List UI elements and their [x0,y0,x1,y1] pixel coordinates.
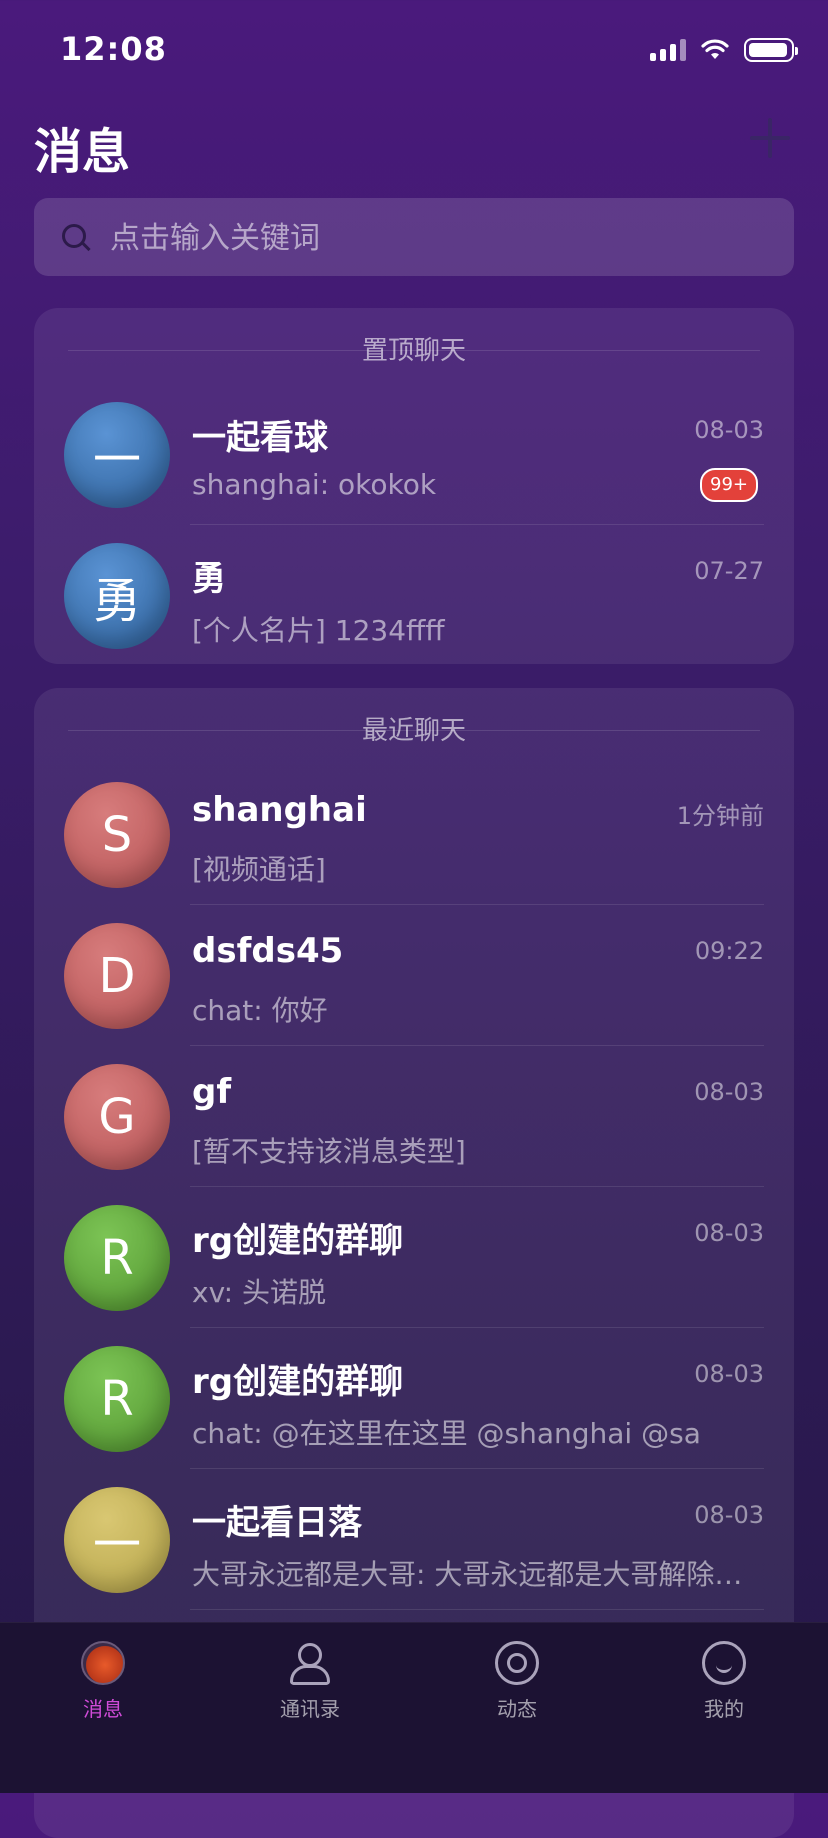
chat-time: 07-27 [694,557,764,585]
tab-profile[interactable]: 我的 [664,1641,784,1722]
moments-icon [495,1641,539,1685]
unread-badge: 99+ [700,468,758,502]
contacts-icon [288,1641,332,1685]
avatar: R [64,1205,170,1311]
plus-icon[interactable] [750,118,790,158]
chat-name: dsfds45 [192,931,344,971]
chat-row[interactable]: 勇 勇 07-27 [个人名片] 1234ffff [34,525,794,664]
chat-name: rg创建的群聊 [192,1221,404,1261]
chat-row[interactable]: 一 一起看日落 08-03 大哥永远都是大哥: 大哥永远都是大哥解除… [34,1469,794,1610]
chat-name: rg创建的群聊 [192,1362,404,1402]
chat-row[interactable]: R rg创建的群聊 08-03 chat: @在这里在这里 @shanghai … [34,1328,794,1469]
wifi-icon [701,39,729,59]
chat-time: 1分钟前 [676,802,764,830]
status-time: 12:08 [60,30,167,68]
chat-row[interactable]: G gf 08-03 [暂不支持该消息类型] [34,1046,794,1187]
chat-row[interactable]: S shanghai 1分钟前 [视频通话] [34,764,794,905]
avatar: S [64,782,170,888]
tab-label: 动态 [497,1697,537,1721]
avatar: 勇 [64,543,170,649]
page-title: 消息 [34,124,131,180]
profile-icon [702,1641,746,1685]
chat-name: gf [192,1072,232,1112]
chat-time: 08-03 [694,1360,764,1388]
chat-name: 勇 [192,559,226,599]
chat-preview: chat: 你好 [192,994,328,1027]
chat-preview: chat: @在这里在这里 @shanghai @sa [192,1417,701,1450]
chat-row[interactable]: 一 一起看球 08-03 shanghai: okokok 99+ [34,384,794,525]
tab-label: 消息 [83,1697,123,1721]
chat-row[interactable]: D dsfds45 09:22 chat: 你好 [34,905,794,1046]
chat-time: 08-03 [694,1078,764,1106]
battery-icon [744,38,798,62]
search-icon [62,224,86,248]
chat-preview: xv: 头诺脱 [192,1276,326,1309]
search-input[interactable] [108,198,762,278]
chat-row[interactable]: R rg创建的群聊 08-03 xv: 头诺脱 [34,1187,794,1328]
chat-preview: 大哥永远都是大哥: 大哥永远都是大哥解除… [192,1558,743,1591]
status-bar: 12:08 [0,0,828,100]
chat-time: 08-03 [694,1501,764,1529]
chat-name: shanghai [192,790,367,830]
avatar: 一 [64,1487,170,1593]
pinned-section-title: 置顶聊天 [361,336,467,366]
avatar: 一 [64,402,170,508]
chat-preview: [个人名片] 1234ffff [192,614,445,647]
recent-section-header: 最近聊天 [34,688,794,764]
tab-label: 通讯录 [280,1697,340,1721]
status-icons [650,38,798,62]
message-icon [81,1641,125,1685]
pinned-section-header: 置顶聊天 [34,308,794,384]
signal-icon [650,39,686,61]
avatar: D [64,923,170,1029]
tab-label: 我的 [704,1697,744,1721]
chat-name: 一起看球 [192,418,328,458]
search-bar[interactable] [34,198,794,278]
recent-section-title: 最近聊天 [361,716,467,746]
chat-preview: [视频通话] [192,853,326,886]
tab-contacts[interactable]: 通讯录 [250,1641,370,1722]
chat-name: 一起看日落 [192,1503,362,1543]
pinned-chats-card: 置顶聊天 一 一起看球 08-03 shanghai: okokok 99+ 勇… [34,308,794,664]
tab-moments[interactable]: 动态 [457,1641,577,1722]
avatar: R [64,1346,170,1452]
tab-bar: 消息 通讯录 动态 我的 [0,1622,828,1793]
chat-time: 09:22 [694,937,764,965]
chat-time: 08-03 [694,416,764,444]
chat-preview: shanghai: okokok [192,468,437,501]
chat-preview: [暂不支持该消息类型] [192,1135,466,1168]
avatar: G [64,1064,170,1170]
tab-messages[interactable]: 消息 [43,1641,163,1722]
chat-time: 08-03 [694,1219,764,1247]
